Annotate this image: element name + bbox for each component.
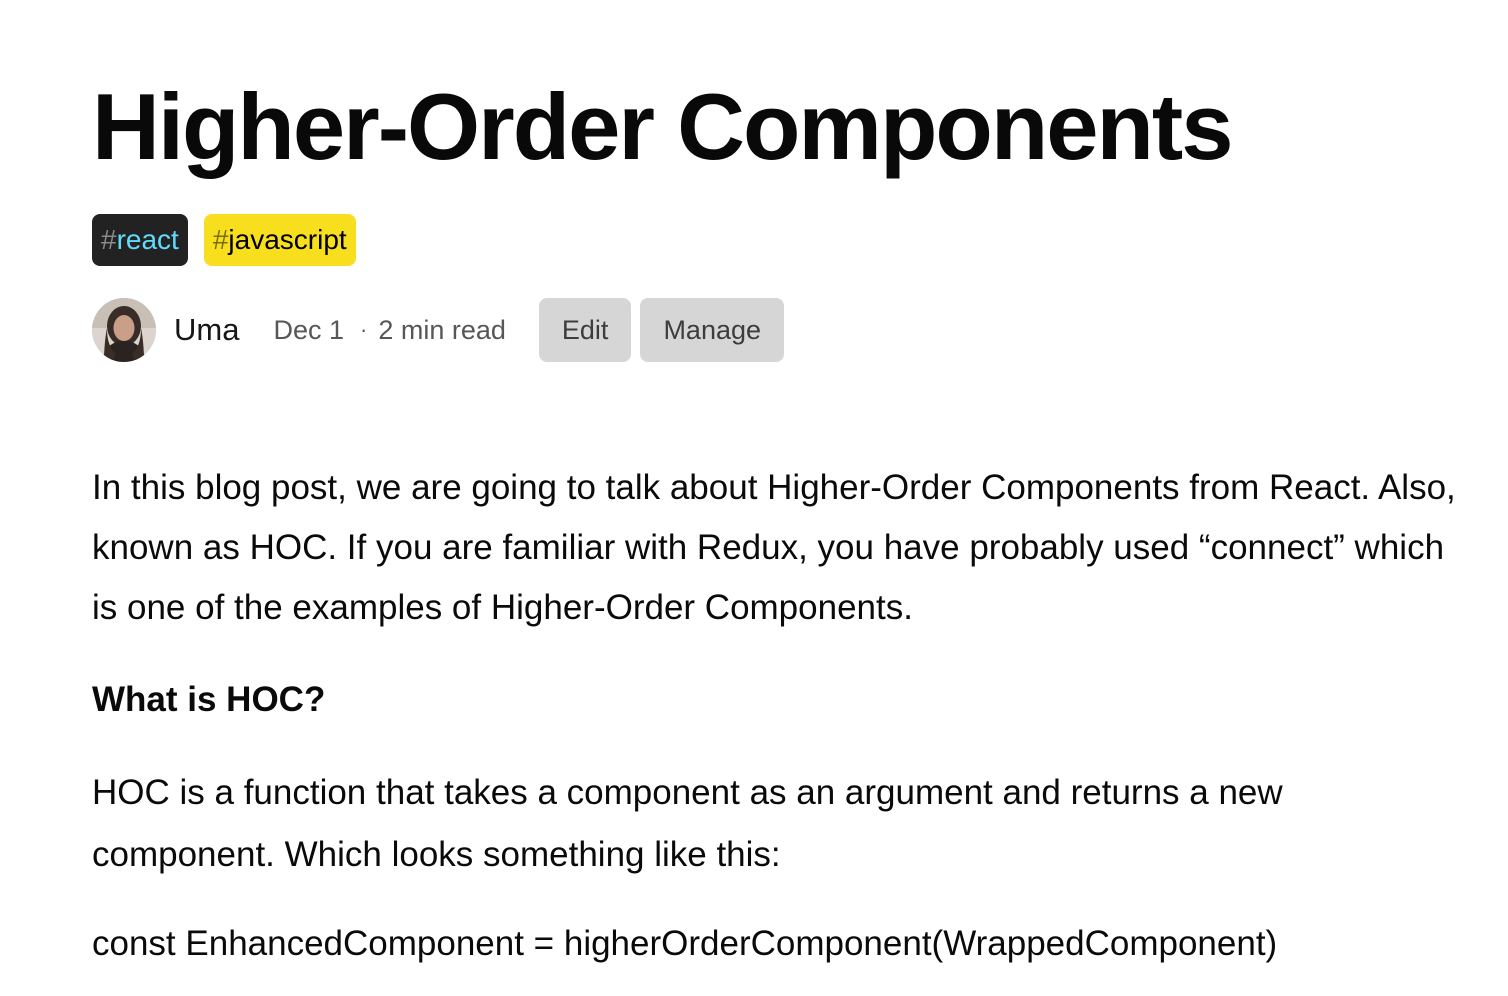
article-meta: Uma Dec 1 · 2 min read Edit Manage (92, 297, 785, 363)
tag-list: # react # javascript (92, 214, 356, 266)
author-name[interactable]: Uma (174, 312, 239, 348)
read-time: 2 min read (378, 314, 506, 345)
definition-paragraph: HOC is a function that takes a component… (92, 773, 1283, 874)
manage-button[interactable]: Manage (640, 298, 785, 362)
tag-label: react (116, 224, 179, 255)
avatar[interactable] (92, 298, 156, 362)
article-body: In this blog post, we are going to talk … (92, 458, 1462, 963)
tag-react[interactable]: # react (92, 214, 188, 266)
intro-paragraph: In this blog post, we are going to talk … (92, 468, 1456, 627)
article-title: Higher-Order Components (92, 74, 1234, 179)
tag-label: javascript (228, 224, 347, 255)
meta-separator: · (360, 317, 368, 342)
code-example: const EnhancedComponent = higherOrderCom… (92, 924, 1278, 963)
tag-hash: # (101, 224, 117, 255)
edit-button[interactable]: Edit (538, 298, 632, 362)
section-heading: What is HOC? (92, 680, 326, 719)
tag-hash: # (212, 224, 229, 255)
publish-date[interactable]: Dec 1 (273, 315, 344, 346)
tag-javascript[interactable]: # javascript (203, 214, 356, 266)
user-photo-icon (92, 298, 156, 362)
